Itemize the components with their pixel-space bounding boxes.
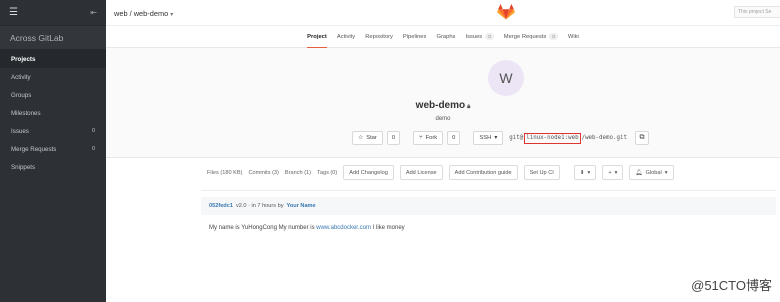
chevron-down-icon: ▾ — [494, 135, 498, 141]
readme-text: My name is YuHongCong My number is — [209, 225, 315, 231]
breadcrumb[interactable]: web / web-demo ▾ — [114, 9, 173, 18]
star-icon: ☆ — [358, 135, 364, 141]
tab-wiki[interactable]: Wiki — [568, 26, 579, 48]
tab-count-badge: 0 — [485, 33, 494, 40]
branch-link[interactable]: Branch (1) — [285, 170, 311, 176]
chevron-down-icon: ▾ — [587, 169, 591, 176]
sidebar-item-label: Issues — [11, 127, 29, 135]
chevron-down-icon: ▾ — [614, 169, 618, 176]
tab-count-badge: 0 — [549, 33, 558, 40]
project-title: web-demo 🔒︎ — [106, 100, 780, 111]
protocol-label: SSH — [479, 135, 492, 141]
add-license-button[interactable]: Add License — [399, 165, 443, 180]
lock-icon: 🔒︎ — [467, 104, 471, 110]
last-commit: 052fedc1 v2.0 · in 7 hours by Your Name — [201, 197, 776, 215]
sidebar-header: ☰ ⇤ — [0, 0, 106, 26]
tab-repository[interactable]: Repository — [365, 26, 393, 48]
add-contribution-guide-button[interactable]: Add Contribution guide — [448, 165, 518, 180]
project-description: demo — [435, 116, 451, 122]
tab-merge-requests[interactable]: Merge Requests 0 — [504, 26, 558, 48]
fork-icon: ⑂ — [419, 135, 423, 141]
tab-label: Activity — [336, 33, 356, 40]
star-button[interactable]: ☆ Star — [352, 131, 383, 145]
sidebar-item-issues[interactable]: Issues 0 — [0, 122, 106, 140]
tab-label: Project — [307, 33, 327, 40]
chevron-down-icon[interactable]: ▾ — [170, 12, 173, 18]
watermark: @51CTO博客 — [691, 278, 772, 293]
commits-link[interactable]: Commits (3) — [248, 170, 278, 176]
divider — [201, 190, 776, 191]
project-name: web-demo — [415, 100, 466, 111]
sidebar-brand[interactable]: Across GitLab — [0, 26, 106, 50]
fork-count[interactable]: 0 — [447, 131, 461, 145]
tab-issues[interactable]: Issues 0 — [465, 26, 494, 48]
pin-sidebar-icon[interactable]: ⇤ — [90, 8, 97, 17]
sidebar-nav: Projects Activity Groups Milestones Issu… — [0, 50, 106, 176]
sidebar-item-label: Groups — [11, 91, 32, 99]
download-dropdown[interactable]: ⬇ ▾ — [573, 165, 597, 180]
hamburger-menu-icon[interactable]: ☰ — [9, 7, 18, 18]
notification-level: Global — [645, 169, 662, 176]
sidebar-item-projects[interactable]: Projects — [0, 50, 106, 68]
download-icon: ⬇ — [579, 169, 585, 176]
search-input[interactable]: This project Se — [734, 6, 780, 18]
breadcrumb-text[interactable]: web / web-demo — [114, 9, 168, 18]
gitlab-logo-icon[interactable] — [497, 4, 515, 20]
project-header: W web-demo 🔒︎ demo ☆ Star 0 ⑂ Fork 0 SSH … — [106, 48, 780, 158]
tab-label: Wiki — [567, 33, 579, 40]
add-changelog-button[interactable]: Add Changelog — [343, 165, 394, 180]
commit-author[interactable]: Your Name — [287, 203, 316, 209]
readme-link[interactable]: www.abcdocker.com — [316, 225, 371, 231]
star-count[interactable]: 0 — [386, 131, 401, 145]
star-label: Star — [366, 135, 377, 141]
sidebar-item-milestones[interactable]: Milestones — [0, 104, 106, 122]
sidebar-item-label: Activity — [11, 73, 31, 81]
tab-project[interactable]: Project — [307, 26, 327, 49]
clone-protocol-dropdown[interactable]: SSH ▾ — [473, 131, 504, 145]
tab-graphs[interactable]: Graphs — [436, 26, 455, 48]
clone-url-highlight: linux-node1:web — [524, 132, 581, 144]
copy-to-clipboard-icon[interactable]: ⧉ — [634, 131, 649, 145]
sidebar-item-label: Snippets — [11, 163, 36, 171]
sidebar-item-merge-requests[interactable]: Merge Requests 0 — [0, 140, 106, 158]
tab-pipelines[interactable]: Pipelines — [403, 26, 427, 48]
tab-label: Graphs — [436, 33, 456, 40]
commit-message: v2.0 · in 7 hours by — [235, 203, 284, 209]
sidebar-item-snippets[interactable]: Snippets — [0, 158, 106, 176]
repository-summary: Files (180 KB) Commits (3) Branch (1) Ta… — [207, 165, 674, 180]
notification-dropdown[interactable]: 🔔︎ Global ▾ — [629, 165, 674, 180]
clone-url-prefix: git@ — [509, 135, 524, 141]
sidebar-item-groups[interactable]: Groups — [0, 86, 106, 104]
sidebar-item-label: Projects — [11, 55, 36, 63]
project-actions: ☆ Star 0 ⑂ Fork 0 SSH ▾ git@ linux-node1:… — [352, 131, 649, 145]
sidebar-item-activity[interactable]: Activity — [0, 68, 106, 86]
tab-label: Pipelines — [402, 33, 427, 40]
readme-text: I like money — [372, 225, 405, 231]
add-new-dropdown[interactable]: + ▾ — [602, 165, 624, 180]
tab-label: Repository — [365, 33, 393, 40]
tab-label: Merge Requests — [503, 33, 547, 40]
commit-sha[interactable]: 052fedc1 — [209, 203, 233, 209]
set-up-ci-button[interactable]: Set Up CI — [523, 165, 560, 180]
project-nav-tabs: Project Activity Repository Pipelines Gr… — [106, 26, 780, 49]
fork-button[interactable]: ⑂ Fork — [413, 131, 444, 145]
tab-label: Issues — [465, 33, 483, 40]
plus-icon: + — [608, 169, 612, 176]
fork-label: Fork — [425, 135, 438, 141]
readme-content: My name is YuHongCong My number is www.a… — [209, 225, 405, 231]
files-link[interactable]: Files (180 KB) — [207, 170, 242, 176]
sidebar-item-count: 0 — [91, 146, 95, 152]
sidebar-item-count: 0 — [91, 128, 95, 134]
bell-icon: 🔔︎ — [635, 169, 643, 176]
sidebar: ☰ ⇤ Across GitLab Projects Activity Grou… — [0, 0, 106, 302]
tab-activity[interactable]: Activity — [337, 26, 355, 48]
chevron-down-icon: ▾ — [664, 169, 668, 176]
clone-url-field[interactable]: git@ linux-node1:web/web-demo.git — [507, 131, 629, 145]
clone-url-suffix: /web-demo.git — [581, 135, 627, 141]
top-bar: web / web-demo ▾ This project Se — [106, 0, 780, 26]
sidebar-item-label: Merge Requests — [11, 145, 57, 153]
tags-link[interactable]: Tags (0) — [317, 170, 337, 176]
project-avatar: W — [488, 60, 524, 96]
sidebar-item-label: Milestones — [11, 109, 41, 117]
